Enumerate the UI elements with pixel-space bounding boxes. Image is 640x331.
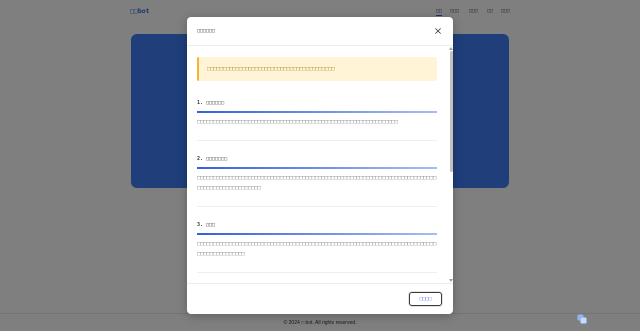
section-heading: 3. □□□ xyxy=(197,221,437,235)
terms-section-1: 1. □□□□□□ □□□□□□□□□□□□□□□□□□□□□□□□□□□□□□… xyxy=(197,85,437,141)
confirm-button[interactable]: □□□□ xyxy=(409,292,442,306)
dialog-scrollbar[interactable] xyxy=(449,46,453,283)
dialog-title: □□□□□□ xyxy=(197,28,216,34)
terms-dialog: □□□□□□ □□□□□□□□□□□□□□□□□□□□□□□□□□□□□□□□□… xyxy=(187,17,453,314)
dialog-footer: □□□□ xyxy=(187,283,453,314)
scrollbar-thumb[interactable] xyxy=(449,51,453,172)
floating-widget-icon[interactable] xyxy=(577,311,587,324)
section-heading: 2. □□□□□□□ xyxy=(197,155,437,169)
dialog-header: □□□□□□ xyxy=(187,17,453,46)
scroll-down-arrow-icon[interactable] xyxy=(449,279,453,282)
close-icon xyxy=(435,28,441,34)
section-text: □□□□□□□□□□□□□□□□□□□□□□□□□□□□□□□□□□□□□□□□… xyxy=(197,119,398,125)
dialog-body[interactable]: □□□□□□□□□□□□□□□□□□□□□□□□□□□□□□□□□□□□□□□□… xyxy=(187,46,453,283)
terms-section-2: 2. □□□□□□□ □□□□□□□□□□□□□□□□□□□□□□□□□□□□□… xyxy=(197,141,437,207)
notice-text: □□□□□□□□□□□□□□□□□□□□□□□□□□□□□□□□□□□□□□□□ xyxy=(207,66,335,72)
close-button[interactable] xyxy=(433,26,443,36)
terms-section-3: 3. □□□ □□□□□□□□□□□□□□□□□□□□□□□□□□□□□□□□□… xyxy=(197,207,437,273)
section-text: □□□□□□□□□□□□□□□□□□□□□□□□□□□□□□□□□□□□□□□□… xyxy=(197,241,437,257)
scroll-up-arrow-icon[interactable] xyxy=(449,47,453,50)
section-text: □□□□□□□□□□□□□□□□□□□□□□□□□□□□□□□□□□□□□□□□… xyxy=(197,175,437,191)
notice-alert: □□□□□□□□□□□□□□□□□□□□□□□□□□□□□□□□□□□□□□□□ xyxy=(197,57,437,81)
section-heading: 1. □□□□□□ xyxy=(197,99,437,113)
